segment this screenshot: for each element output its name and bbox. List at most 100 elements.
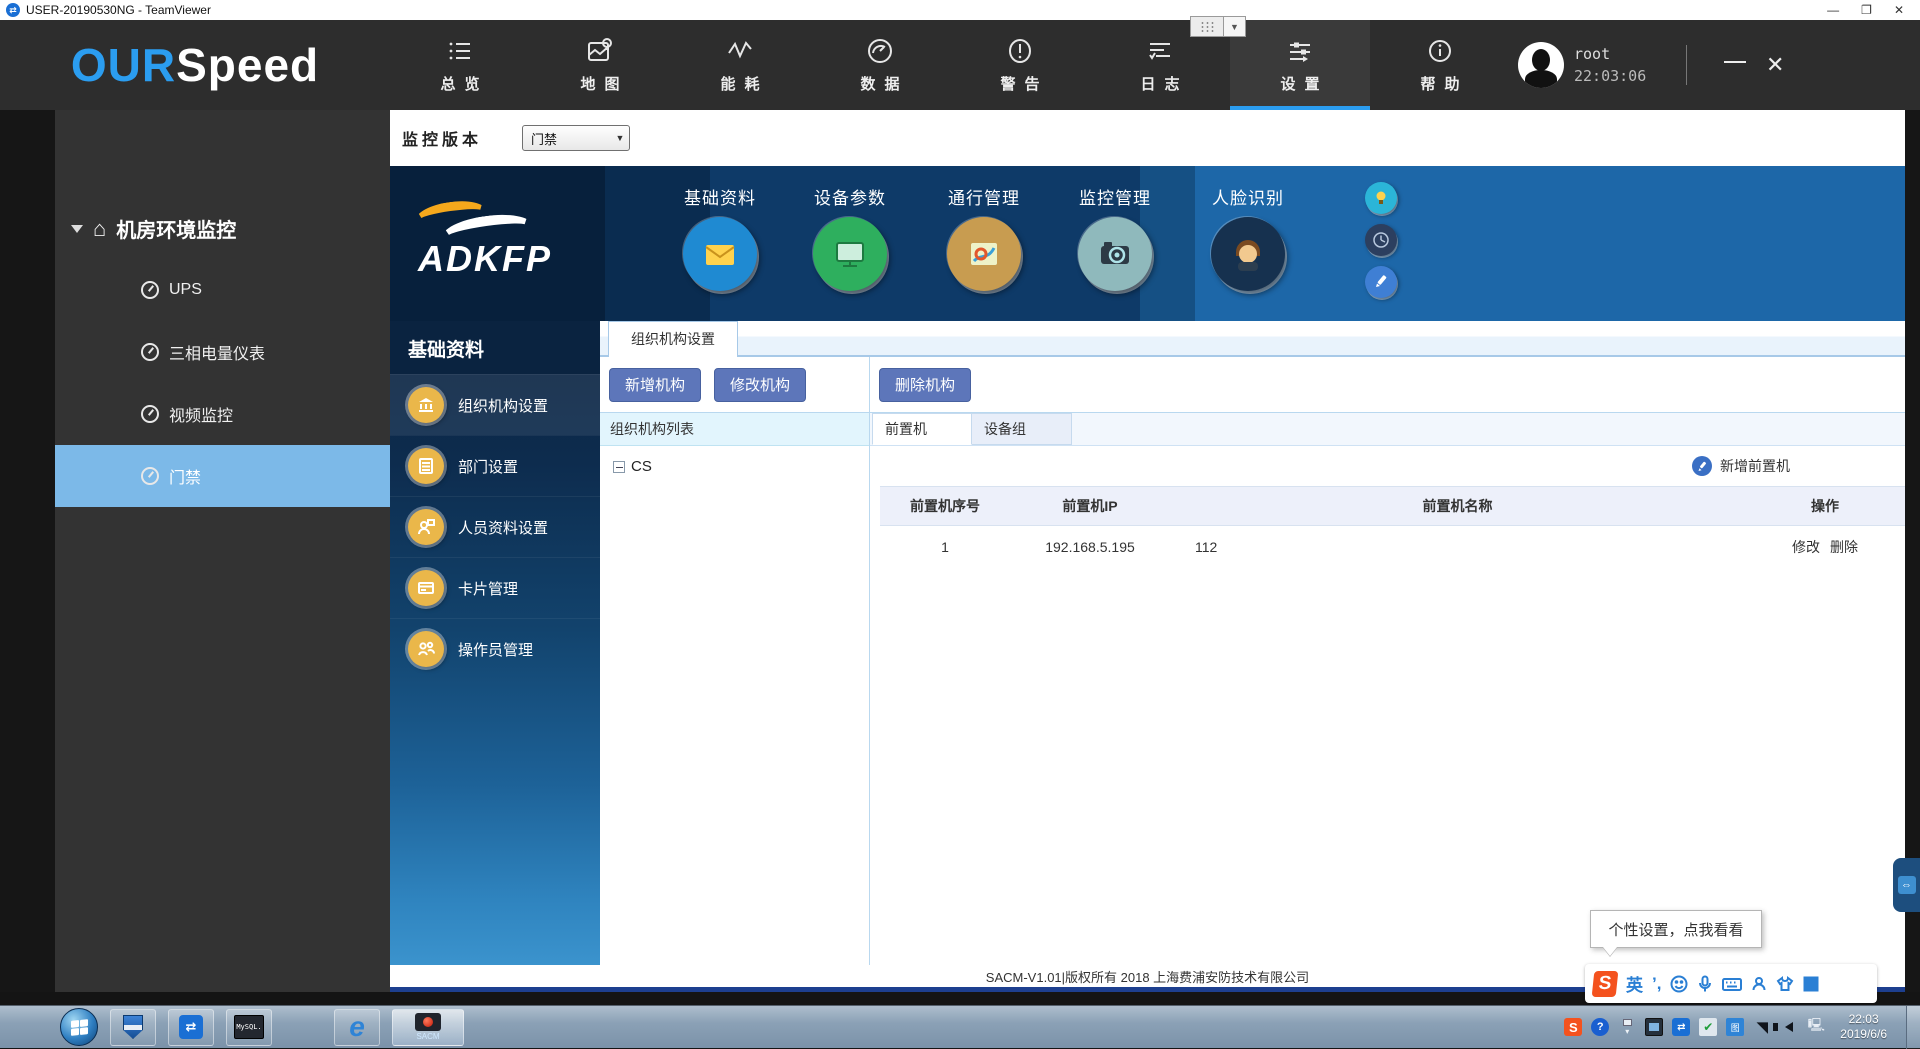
submenu-item-personnel[interactable]: 人员资料设置: [390, 496, 600, 557]
nav-help[interactable]: 帮助: [1370, 20, 1510, 110]
nav-energy[interactable]: 能耗: [670, 20, 810, 110]
tray-picture-icon[interactable]: 图: [1726, 1018, 1744, 1036]
sidebar-item-ups[interactable]: UPS: [55, 259, 390, 321]
pencil-icon[interactable]: [1365, 266, 1397, 298]
tray-volume-icon[interactable]: [1780, 1018, 1798, 1036]
map-icon: [586, 37, 614, 65]
feature-access-management[interactable]: 通行管理: [932, 184, 1036, 291]
tray-safely-remove-icon[interactable]: ✔: [1699, 1018, 1717, 1036]
user-area[interactable]: root 22:03:06: [1518, 20, 1646, 110]
monitor-icon[interactable]: [813, 217, 887, 291]
feature-device-params[interactable]: 设备参数: [798, 184, 902, 291]
punctuation-icon[interactable]: ’,: [1652, 974, 1661, 994]
teamviewer-grid-icon[interactable]: [1190, 16, 1224, 37]
teamviewer-toolbar-widget[interactable]: ▼: [1190, 16, 1246, 37]
taskbar-teamviewer[interactable]: ⇄: [168, 1009, 214, 1046]
sidebar-item-power-meter[interactable]: 三相电量仪表: [55, 321, 390, 383]
add-front-machine-link[interactable]: 新增前置机: [1720, 456, 1790, 476]
avatar[interactable]: [1518, 42, 1564, 88]
tray-monitor-icon[interactable]: [1645, 1018, 1663, 1036]
tray-hidden-icons[interactable]: ▾: [1618, 1018, 1636, 1036]
taskbar-clock[interactable]: 22:03 2019/6/6: [1840, 1012, 1887, 1042]
sidebar-item-video[interactable]: 视频监控: [55, 383, 390, 445]
windows-flag-icon: [71, 1019, 88, 1036]
nav-settings[interactable]: 设置: [1230, 20, 1370, 110]
person-icon[interactable]: [1751, 976, 1767, 992]
delete-org-button[interactable]: 删除机构: [879, 368, 971, 402]
row-delete-link[interactable]: 删除: [1830, 537, 1858, 557]
sogou-logo-icon[interactable]: S: [1592, 971, 1619, 997]
add-org-button[interactable]: 新增机构: [609, 368, 701, 402]
gauge-icon: [866, 37, 894, 65]
microphone-icon[interactable]: [1697, 975, 1713, 993]
taskbar-mysql[interactable]: MySQL.: [226, 1009, 272, 1046]
camera-icon[interactable]: [1078, 217, 1152, 291]
cell-name: 112: [1170, 526, 1745, 568]
tv-maximize-button[interactable]: ❐: [1861, 3, 1872, 17]
app-close-button[interactable]: ✕: [1755, 52, 1795, 78]
tray-help-icon[interactable]: ?: [1591, 1018, 1609, 1036]
edit-org-button[interactable]: 修改机构: [714, 368, 806, 402]
sidebar: ⌂ 机房环境监控 UPS 三相电量仪表 视频监控 门禁: [55, 110, 390, 992]
start-button[interactable]: [60, 1008, 98, 1046]
bulb-icon[interactable]: [1365, 182, 1397, 214]
add-front-machine-row: 新增前置机: [870, 446, 1905, 486]
tray-teamviewer-icon[interactable]: ⇄: [1672, 1018, 1690, 1036]
language-mode-toggle[interactable]: 英: [1626, 971, 1643, 996]
skin-shirt-icon[interactable]: [1776, 976, 1794, 992]
tv-minimize-button[interactable]: —: [1827, 3, 1839, 17]
nav-overview[interactable]: 总览: [390, 20, 530, 110]
app-minimize-button[interactable]: [1715, 56, 1755, 74]
route-map-icon[interactable]: [947, 217, 1021, 291]
edge-slide-handle[interactable]: ⇔: [1893, 858, 1920, 912]
pencil-circle-icon[interactable]: [1692, 456, 1712, 476]
keyboard-icon[interactable]: [1722, 976, 1742, 992]
taskbar-sacm-active[interactable]: SACM: [392, 1009, 464, 1046]
content-panel: 组织机构设置 新增机构 修改机构 组织机构列表: [600, 321, 1905, 965]
tv-close-button[interactable]: ✕: [1894, 3, 1904, 17]
submenu-title: 基础资料: [390, 321, 600, 374]
tray-network-icon[interactable]: 🖳: [1807, 1018, 1825, 1036]
tree-expand-arrow-icon[interactable]: [71, 225, 83, 233]
nav-data[interactable]: 数据: [810, 20, 950, 110]
sidebar-item-access-control[interactable]: 门禁: [55, 445, 390, 507]
table-row: 1 192.168.5.195 112 修改 删除: [880, 526, 1905, 568]
sidebar-root-node[interactable]: ⌂ 机房环境监控: [55, 110, 390, 243]
tray-satellite-icon[interactable]: ◥: [1753, 1018, 1771, 1036]
submenu-item-department[interactable]: 部门设置: [390, 435, 600, 496]
taskbar-monitoring-app[interactable]: [110, 1009, 156, 1046]
submenu-item-cards[interactable]: 卡片管理: [390, 557, 600, 618]
feature-face-recognition[interactable]: 人脸识别: [1196, 184, 1300, 291]
clock-icon[interactable]: [1365, 224, 1397, 256]
nav-map[interactable]: 地图: [530, 20, 670, 110]
envelope-icon[interactable]: [683, 217, 757, 291]
tab-front-machine[interactable]: 前置机: [872, 413, 972, 445]
face-icon[interactable]: [1211, 217, 1285, 291]
tab-device-group[interactable]: 设备组: [972, 413, 1072, 445]
submenu-item-operators[interactable]: 操作员管理: [390, 618, 600, 679]
version-select[interactable]: 门禁 ▼: [522, 125, 630, 151]
feature-monitor-management[interactable]: 监控管理: [1063, 184, 1167, 291]
tree-node-cs[interactable]: CS: [613, 458, 869, 475]
teamviewer-icon: ⇄: [179, 1015, 203, 1039]
emoji-icon[interactable]: [1670, 975, 1688, 993]
sogou-tooltip[interactable]: 个性设置，点我看看: [1590, 910, 1762, 948]
tab-organization-settings[interactable]: 组织机构设置: [608, 321, 738, 357]
logo-speed: Speed: [176, 39, 319, 91]
clock-time: 22:03: [1840, 1012, 1887, 1027]
teamviewer-title: USER-20190530NG - TeamViewer: [26, 3, 211, 17]
taskbar-internet-explorer[interactable]: e: [334, 1009, 380, 1046]
row-edit-link[interactable]: 修改: [1792, 537, 1820, 557]
feature-basic-info[interactable]: 基础资料: [668, 184, 772, 291]
show-desktop-button[interactable]: [1906, 1006, 1920, 1049]
col-ip: 前置机IP: [1010, 487, 1170, 525]
tray-sogou-icon[interactable]: S: [1564, 1018, 1582, 1036]
toolbox-grid-icon[interactable]: [1803, 976, 1819, 992]
chevron-down-icon[interactable]: ▼: [1224, 16, 1246, 37]
submenu-item-organization[interactable]: 组织机构设置: [390, 374, 600, 435]
col-name: 前置机名称: [1170, 487, 1745, 525]
copyright-text: SACM-V1.01|版权所有 2018 上海费浦安防技术有限公司: [986, 967, 1309, 986]
tree-collapse-icon[interactable]: [613, 461, 625, 473]
session-time: 22:03:06: [1574, 67, 1646, 85]
nav-alert[interactable]: 警告: [950, 20, 1090, 110]
